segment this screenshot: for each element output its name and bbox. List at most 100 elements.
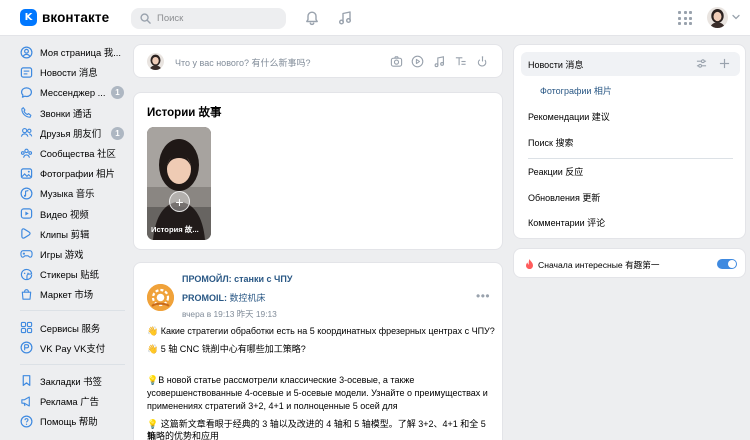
clip-icon[interactable] (476, 55, 489, 68)
help-icon (20, 415, 33, 428)
nav-reactions[interactable]: Реакции 反应 (521, 159, 740, 183)
video-play-icon[interactable] (411, 55, 424, 68)
sidebar-divider (20, 363, 125, 365)
avatar[interactable] (707, 7, 728, 28)
sidebar-item-services[interactable]: Сервисы 服务 (20, 317, 130, 337)
top-bar: K вконтакте (0, 0, 750, 36)
gamepad-icon (20, 247, 33, 260)
sidebar-item-label: Реклама 广告 (40, 396, 99, 408)
apps-grid-icon[interactable] (678, 11, 692, 25)
nav-photos[interactable]: Фотографии 相片 (521, 78, 740, 102)
sidebar-item-label: Музыка 音乐 (40, 188, 95, 200)
news-filter-nav: Новости 消息 Фотографии 相片 Рекомендации 建议… (513, 44, 746, 239)
sidebar-item-messenger[interactable]: Мессенджер ... 1 (20, 82, 130, 102)
interesting-first-panel: Сначала интересные 有趣第一 (513, 248, 746, 278)
toggle-knob (728, 260, 736, 268)
sidebar-item-stickers[interactable]: Стикеры 贴纸 (20, 264, 130, 284)
services-icon (20, 321, 33, 334)
sidebar-item-help[interactable]: Помощь 帮助 (20, 411, 130, 431)
photo-icon (20, 167, 33, 180)
filter-settings-icon[interactable] (696, 58, 707, 69)
sidebar-item-label: Помощь 帮助 (40, 416, 98, 428)
composer-placeholder[interactable]: Что у вас нового? 有什么新事吗? (175, 56, 310, 69)
sidebar-item-label: Звонки 通话 (40, 107, 92, 119)
post-author-avatar[interactable] (147, 284, 174, 311)
add-story-icon[interactable]: + (169, 191, 190, 212)
user-circle-icon (20, 46, 33, 59)
post-author-name[interactable]: ПРОМОЙЛ: станки с ЧПУ (182, 274, 292, 284)
sidebar-item-news[interactable]: Новости 消息 (20, 62, 130, 82)
nav-comments[interactable]: Комментарии 评论 (521, 210, 740, 234)
post-author-cn-plain: 数控机床 (227, 293, 266, 303)
newspaper-icon (20, 66, 33, 79)
sidebar-item-clips[interactable]: Клипы 剪辑 (20, 224, 130, 244)
avatar (147, 53, 164, 70)
add-icon[interactable] (719, 58, 730, 69)
friends-icon (20, 126, 33, 139)
unread-badge: 1 (111, 86, 124, 100)
post-text-line: усовершенствованные 4-осевые и 5-осевые … (147, 388, 488, 398)
sidebar-divider (20, 310, 125, 312)
interesting-first-toggle[interactable] (717, 259, 737, 269)
feed-post: ПРОМОЙЛ: станки с ЧПУ PROMOIL: 数控机床 вчер… (133, 262, 503, 440)
nav-search[interactable]: Поиск 搜索 (521, 130, 740, 154)
post-text-line: применениях стратегий 3+2, 4+1 и полноце… (147, 401, 398, 411)
search-input[interactable] (157, 13, 277, 24)
nav-recommendations[interactable]: Рекомендации 建议 (521, 104, 740, 128)
bell-icon[interactable] (304, 10, 320, 26)
communities-icon (20, 147, 33, 160)
nav-updates[interactable]: Обновления 更新 (521, 185, 740, 209)
sidebar-item-my-page[interactable]: Моя страница 我... (20, 42, 130, 62)
sidebar-item-label: Закладки 书签 (40, 375, 102, 387)
chevron-down-icon[interactable] (732, 13, 740, 21)
friend-request-badge: 1 (111, 126, 124, 140)
sidebar-item-video[interactable]: Видео 视频 (20, 204, 130, 224)
left-sidebar: Моя страница 我... Новости 消息 Мессенджер … (20, 42, 130, 431)
music-icon[interactable] (433, 55, 446, 68)
sidebar-item-friends[interactable]: Друзья 朋友们 1 (20, 123, 130, 143)
fire-icon (526, 258, 533, 270)
music-note-icon[interactable] (337, 10, 353, 26)
sidebar-item-vkpay[interactable]: VK Pay VK支付 (20, 338, 130, 358)
sidebar-item-photos[interactable]: Фотографии 相片 (20, 163, 130, 183)
nav-news-label: Новости 消息 (528, 59, 584, 70)
ads-icon (20, 395, 33, 408)
sidebar-item-games[interactable]: Игры 游戏 (20, 244, 130, 264)
post-author-cn-bold: PROMOIL: (182, 293, 227, 303)
story-card[interactable]: + История 故... (147, 127, 211, 240)
video-icon (20, 207, 33, 220)
market-bag-icon (20, 288, 33, 301)
sidebar-item-bookmarks[interactable]: Закладки 书签 (20, 371, 130, 391)
vkpay-icon (20, 341, 33, 354)
post-composer[interactable]: Что у вас нового? 有什么新事吗? (133, 44, 503, 78)
sidebar-item-label: Маркет 市场 (40, 289, 94, 301)
more-options-icon[interactable]: ••• (476, 289, 490, 303)
nav-comments-label: Комментарии 评论 (528, 217, 606, 228)
chat-bubble-icon (20, 86, 33, 99)
sidebar-item-label: Мессенджер ... (40, 86, 106, 98)
article-icon[interactable] (454, 55, 467, 68)
nav-photos-label: Фотографии 相片 (540, 85, 612, 96)
search-box[interactable] (131, 8, 286, 29)
bookmark-icon (20, 374, 33, 387)
post-author-name-cn[interactable]: PROMOIL: 数控机床 (182, 291, 266, 304)
vk-logo[interactable]: K вконтакте (20, 9, 109, 26)
sidebar-item-label: Стикеры 贴纸 (40, 269, 100, 281)
sidebar-item-market[interactable]: Маркет 市场 (20, 284, 130, 304)
camera-icon[interactable] (390, 55, 403, 68)
sidebar-item-label: Сервисы 服务 (40, 322, 101, 334)
sidebar-item-label: Клипы 剪辑 (40, 228, 90, 240)
post-text-line: 策略的优势和应用 (147, 431, 220, 440)
nav-reactions-label: Реакции 反应 (528, 166, 584, 177)
nav-search-label: Поиск 搜索 (528, 137, 574, 148)
nav-news[interactable]: Новости 消息 (521, 52, 740, 76)
post-timestamp[interactable]: вчера в 19:13 昨天 19:13 (182, 308, 277, 320)
sidebar-item-ads[interactable]: Реклама 广告 (20, 391, 130, 411)
post-text-line: 👋 5 轴 CNC 铣削中心有哪些加工策略? (147, 344, 306, 354)
sidebar-item-communities[interactable]: Сообщества 社区 (20, 143, 130, 163)
sidebar-item-music[interactable]: Музыка 音乐 (20, 183, 130, 203)
phone-icon (20, 106, 33, 119)
vk-logo-icon: K (20, 9, 37, 26)
sidebar-item-calls[interactable]: Звонки 通话 (20, 103, 130, 123)
sidebar-item-label: Моя страница 我... (40, 47, 122, 59)
